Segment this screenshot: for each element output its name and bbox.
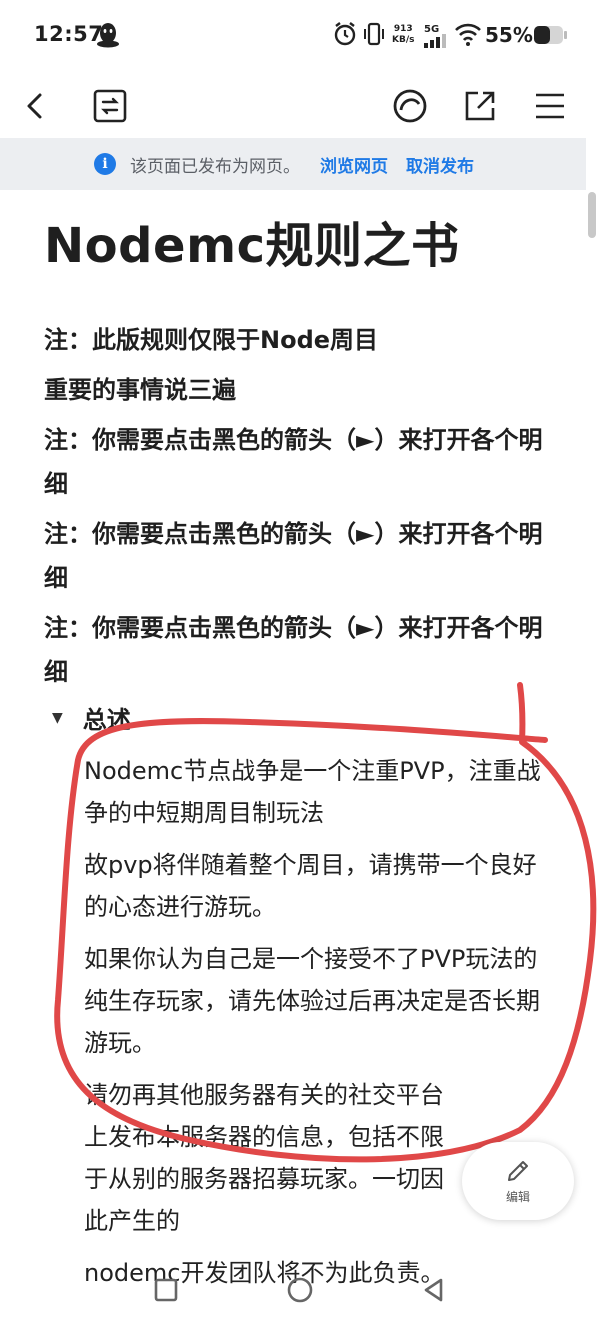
toggle-title: 总述 — [82, 706, 131, 734]
note-line: 重要的事情说三遍 — [44, 376, 236, 404]
unpublish-link[interactable]: 取消发布 — [406, 152, 474, 177]
open-external-button[interactable] — [458, 84, 502, 128]
reader-mode-button[interactable] — [88, 84, 132, 128]
menu-icon — [536, 93, 564, 119]
back-button[interactable] — [14, 84, 58, 128]
reader-mode-icon — [93, 89, 127, 123]
square-recents-icon — [154, 1278, 178, 1302]
paragraph: 故pvp将伴随着整个周目，请携带一个良好的心态进行游玩。 — [84, 851, 537, 921]
battery-percent: 55% — [485, 23, 533, 47]
browser-toolbar — [0, 72, 600, 136]
notes-list: 注：此版规则仅限于Node周目 重要的事情说三遍 注：你需要点击黑色的箭头（►）… — [44, 318, 554, 700]
note-line: 注：你需要点击黑色的箭头（►）来打开各个明细 — [44, 614, 543, 686]
pencil-icon — [508, 1160, 528, 1181]
recents-button[interactable] — [146, 1270, 186, 1310]
toggle-content: Nodemc节点战争是一个注重PVP，注重战争的中短期周目制玩法 故pvp将伴随… — [84, 750, 554, 1304]
published-banner: i 该页面已发布为网页。 浏览网页 取消发布 — [0, 138, 586, 190]
back-nav-button[interactable] — [414, 1270, 454, 1310]
circle-home-icon — [287, 1277, 313, 1303]
toggle-expanded-arrow-icon[interactable]: ▼ — [52, 710, 63, 726]
note-line: 注：你需要点击黑色的箭头（►）来打开各个明细 — [44, 426, 543, 498]
scrollbar[interactable] — [588, 192, 596, 238]
toggle-overview[interactable]: ▼ 总述 — [52, 700, 131, 735]
paragraph: 如果你认为自己是一个接受不了PVP玩法的纯生存玩家，请先体验过后再决定是否长期游… — [84, 945, 540, 1057]
open-external-icon — [465, 91, 495, 121]
assistant-button[interactable] — [388, 84, 432, 128]
wifi-icon — [455, 23, 481, 46]
network-speed: 913 KB/s — [392, 24, 415, 45]
assistant-icon — [393, 89, 427, 123]
menu-button[interactable] — [528, 84, 572, 128]
signal-bars-icon — [424, 34, 446, 48]
banner-message: 该页面已发布为网页。 — [130, 156, 300, 177]
paragraph: Nodemc节点战争是一个注重PVP，注重战争的中短期周目制玩法 — [84, 757, 541, 827]
note-line: 注：你需要点击黑色的箭头（►）来打开各个明细 — [44, 520, 543, 592]
chevron-left-icon — [27, 93, 42, 119]
home-button[interactable] — [280, 1270, 320, 1310]
note-line: 注：此版规则仅限于Node周目 — [44, 326, 379, 354]
edit-button-label: 编辑 — [505, 1189, 530, 1204]
paragraph: 请勿再其他服务器有关的社交平台上发布本服务器的信息，包括不限于从别的服务器招募玩… — [84, 1081, 444, 1235]
vibrate-icon — [364, 22, 384, 46]
qq-penguin-icon — [97, 23, 119, 48]
status-bar: 12:57 913 KB/s 5G 55% — [0, 0, 600, 72]
browse-webpage-link[interactable]: 浏览网页 — [320, 152, 388, 177]
system-nav-bar — [0, 1256, 600, 1329]
edit-button[interactable]: 编辑 — [462, 1142, 574, 1220]
page-title: Nodemc规则之书 — [44, 218, 460, 274]
info-icon: i — [94, 153, 116, 175]
status-time: 12:57 — [34, 22, 104, 46]
triangle-back-icon — [424, 1278, 443, 1302]
battery-icon — [534, 26, 567, 44]
alarm-icon — [334, 22, 356, 46]
